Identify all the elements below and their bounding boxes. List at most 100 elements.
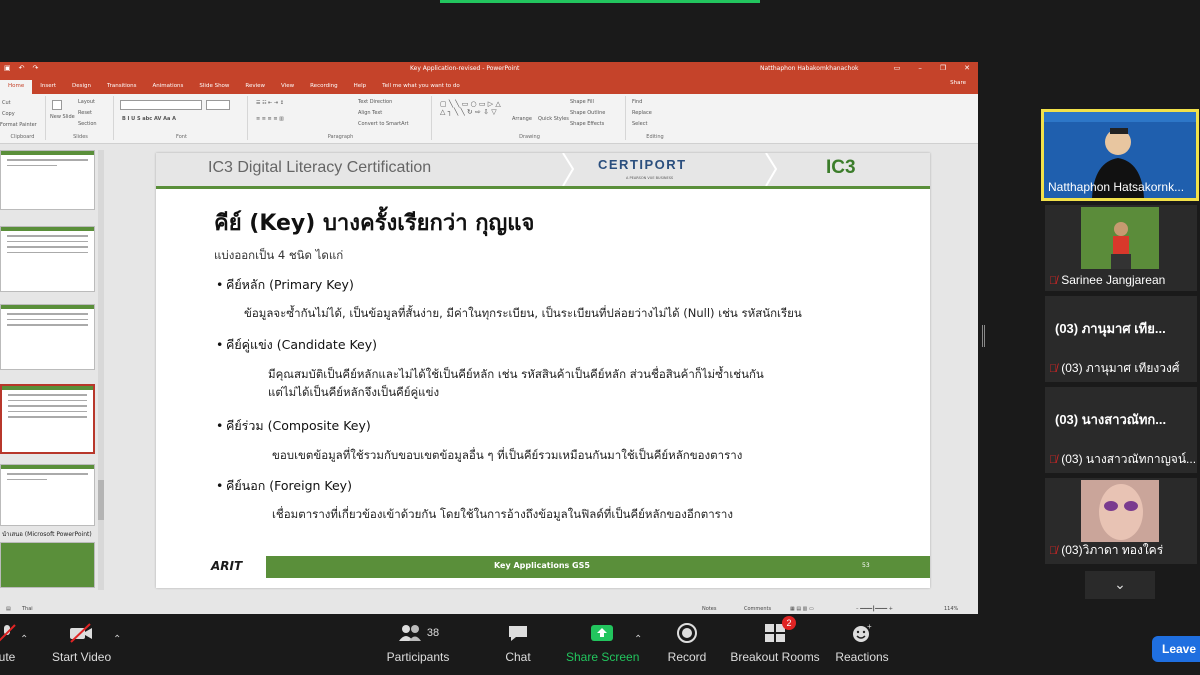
tell-me-search[interactable]: Tell me what you want to do: [374, 80, 468, 94]
ribbon-display-icon[interactable]: ▭: [894, 64, 901, 72]
format-painter-button[interactable]: Format Painter: [0, 122, 37, 128]
editor-scrollbar[interactable]: [960, 146, 968, 604]
muted-mic-icon: 🎙̸: [1049, 363, 1058, 375]
shape-fill-button[interactable]: Shape Fill: [570, 99, 594, 105]
layout-button[interactable]: Layout: [78, 99, 95, 105]
copy-button[interactable]: Copy: [2, 111, 15, 117]
unmute-button[interactable]: ute: [0, 620, 22, 664]
tab-animations[interactable]: Animations: [145, 80, 192, 94]
participant-tile-active[interactable]: Natthaphon Hatsakornk...: [1041, 109, 1199, 201]
new-slide-button[interactable]: New Slide: [50, 114, 75, 120]
participant-tile[interactable]: (03) นางสาวณัทก... 🎙̸ (03) นางสาวณัทกาญจน…: [1045, 387, 1197, 473]
video-off-icon: [70, 623, 92, 643]
close-icon[interactable]: ✕: [964, 64, 970, 72]
paragraph-label: Paragraph: [327, 134, 354, 140]
arrange-button[interactable]: Arrange: [512, 116, 532, 122]
new-slide-icon[interactable]: [52, 100, 62, 110]
muted-mic-icon: 🎙̸: [1049, 454, 1058, 466]
align-text-button[interactable]: Align Text: [358, 110, 382, 116]
bullet-candidate-key: • คีย์คู่แข่ง (Candidate Key): [216, 337, 378, 352]
participant-tile[interactable]: (03) ภานุมาศ เทีย... 🎙̸ (03) ภานุมาศ เทีย…: [1045, 296, 1197, 382]
shape-effects-button[interactable]: Shape Effects: [570, 121, 604, 127]
share-screen-icon: [591, 625, 613, 641]
thumbnail-section-label: นำเสนอ (Microsoft PowerPoint): [2, 531, 92, 538]
panel-resize-handle[interactable]: [982, 325, 985, 347]
text-direction-button[interactable]: Text Direction: [358, 99, 392, 105]
zoom-meeting-window: { "powerpoint": { "title": "Key Applicat…: [0, 0, 1200, 675]
share-screen-button[interactable]: Share Screen: [566, 620, 639, 664]
quick-access-toolbar: ▣ ↶ ↷: [4, 64, 38, 72]
bullets-icon[interactable]: ☰ ☷ ⇤ ⇥ ↕: [256, 100, 284, 106]
align-icon[interactable]: ≡ ≡ ≡ ≡ ▥: [256, 116, 284, 122]
cut-button[interactable]: Cut: [2, 100, 11, 106]
leave-button[interactable]: Leave: [1152, 636, 1200, 662]
font-name-box[interactable]: [120, 100, 202, 110]
meeting-toolbar: ute ⌃ Start Video ⌃ 38 Participants Chat…: [0, 616, 1200, 675]
slide-thumbnail-selected[interactable]: [0, 384, 95, 454]
desc-composite-key: ขอบเขตข้อมูลที่ใช้รวมกับขอบเขตข้อมูลอื่น…: [272, 448, 743, 462]
tab-slide-show[interactable]: Slide Show: [191, 80, 237, 94]
slide-thumbnail[interactable]: [0, 464, 95, 526]
participant-tile[interactable]: 🎙̸ Sarinee Jangjarean: [1045, 205, 1197, 291]
bold-icon[interactable]: B I U S abc AV Aa A: [122, 116, 176, 122]
font-size-box[interactable]: [206, 100, 230, 110]
redo-icon[interactable]: ↷: [33, 64, 39, 72]
view-buttons-icon[interactable]: ▦ ▤ ▥ ▭: [790, 606, 814, 612]
section-button[interactable]: Section: [78, 121, 97, 127]
audio-options-caret-icon[interactable]: ⌃: [20, 634, 28, 645]
tab-home[interactable]: Home: [0, 80, 33, 94]
maximize-icon[interactable]: ❐: [940, 64, 946, 72]
share-button[interactable]: Share: [950, 80, 966, 86]
screen-share-indicator: [440, 0, 760, 3]
window-title: Key Application-revised - PowerPoint: [410, 65, 520, 72]
muted-mic-icon: [0, 624, 16, 642]
convert-smartart-button[interactable]: Convert to SmartArt: [358, 121, 409, 127]
slide-thumbnail[interactable]: [0, 304, 95, 370]
undo-icon[interactable]: ↶: [19, 64, 25, 72]
zoom-slider[interactable]: – ━━━━┃━━━━ +: [856, 606, 893, 612]
breakout-rooms-button[interactable]: 2 Breakout Rooms: [730, 616, 820, 664]
comments-button[interactable]: Comments: [744, 606, 771, 612]
reactions-button[interactable]: + Reactions: [834, 620, 890, 664]
more-participants-chevron-down-icon[interactable]: ⌄: [1085, 571, 1155, 599]
participant-display-name: (03) นางสาวณัทก...: [1055, 412, 1167, 427]
slide-thumbnail[interactable]: [0, 542, 95, 588]
tab-recording[interactable]: Recording: [302, 80, 346, 94]
tab-review[interactable]: Review: [237, 80, 273, 94]
minimize-icon[interactable]: –: [918, 64, 922, 72]
bullet-composite-key: • คีย์ร่วม (Composite Key): [216, 418, 371, 433]
select-button[interactable]: Select: [632, 121, 647, 127]
arit-logo: ARIT: [211, 559, 243, 573]
shapes-gallery-icon[interactable]: ▢ ╲ ╲ ▭ ○ ▭ ▷ △ △ ┐ ╲ ╲ ↻ ⇨ ⇩ ▽: [440, 100, 501, 116]
thumbnail-scrollbar[interactable]: [98, 150, 104, 590]
reset-button[interactable]: Reset: [78, 110, 92, 116]
chat-button[interactable]: Chat: [498, 620, 538, 664]
tab-insert[interactable]: Insert: [32, 80, 64, 94]
share-options-caret-icon[interactable]: ⌃: [634, 634, 642, 645]
tab-transitions[interactable]: Transitions: [99, 80, 144, 94]
participants-button[interactable]: 38 Participants: [386, 620, 450, 664]
save-icon[interactable]: ▣: [4, 64, 11, 72]
participant-name: 🎙̸ Sarinee Jangjarean: [1049, 273, 1166, 287]
breakout-badge: 2: [782, 616, 796, 630]
spellcheck-icon[interactable]: ▤: [6, 606, 11, 612]
notes-button[interactable]: Notes: [702, 606, 716, 612]
video-options-caret-icon[interactable]: ⌃: [113, 634, 121, 645]
participant-tile[interactable]: 🎙̸ (03)วิภาดา ทองใคร่: [1045, 478, 1197, 564]
start-video-button[interactable]: Start Video: [52, 620, 111, 664]
language-indicator[interactable]: Thai: [22, 606, 33, 612]
reactions-smiley-icon: +: [853, 622, 872, 642]
slide-thumbnail[interactable]: [0, 150, 95, 210]
tab-help[interactable]: Help: [346, 80, 375, 94]
shape-outline-button[interactable]: Shape Outline: [570, 110, 605, 116]
zoom-level[interactable]: 114%: [944, 606, 958, 612]
quick-styles-button[interactable]: Quick Styles: [538, 116, 569, 122]
current-slide[interactable]: IC3 Digital Literacy Certification CERTI…: [156, 153, 930, 588]
replace-button[interactable]: Replace: [632, 110, 652, 116]
record-button[interactable]: Record: [666, 620, 708, 664]
tab-view[interactable]: View: [273, 80, 302, 94]
editing-label: Editing: [646, 134, 664, 140]
slide-thumbnail[interactable]: [0, 226, 95, 292]
tab-design[interactable]: Design: [64, 80, 99, 94]
find-button[interactable]: Find: [632, 99, 642, 105]
